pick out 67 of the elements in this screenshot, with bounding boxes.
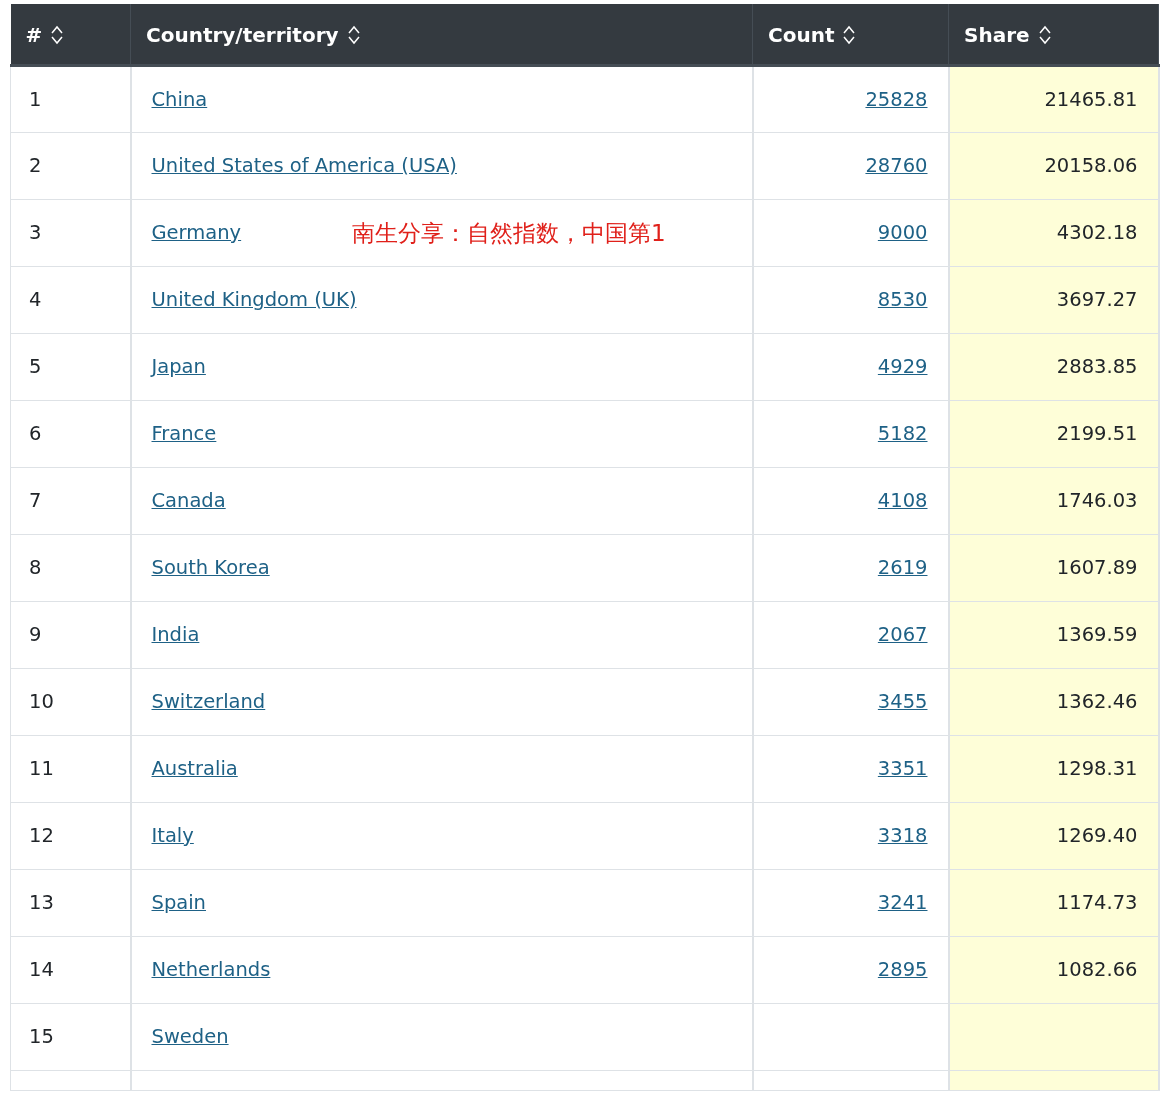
share-value: 1369.59 (1056, 623, 1138, 646)
share-value: 1607.89 (1056, 556, 1138, 579)
country-link[interactable]: France (151, 422, 217, 445)
country-link[interactable]: Sweden (151, 1025, 229, 1048)
count-link[interactable]: 9000 (877, 221, 928, 244)
table-cell: 9 (10, 601, 131, 668)
table-cell: 11 (10, 735, 131, 802)
count-link[interactable]: 4108 (877, 489, 928, 512)
table-cell: 8 (10, 534, 131, 601)
count-link[interactable]: 2067 (877, 623, 928, 646)
sort-icon (1037, 23, 1052, 46)
column-header[interactable]: Share (948, 4, 1159, 65)
country-link[interactable]: Switzerland (151, 690, 266, 713)
table-cell: 2 (10, 132, 131, 199)
table-cell: 4 (10, 266, 131, 333)
share-value: 1269.40 (1056, 824, 1138, 847)
share-value: 20158.06 (1044, 154, 1138, 177)
table-cell: 10 (10, 668, 131, 735)
share-value: 21465.81 (1044, 87, 1138, 111)
share-value: 3697.27 (1056, 288, 1138, 311)
table-cell: 14 (10, 936, 131, 1003)
count-link[interactable]: 28760 (865, 154, 928, 177)
count-link[interactable]: 3455 (877, 690, 928, 713)
column-header[interactable]: Count (752, 4, 949, 65)
share-value: 2883.85 (1056, 355, 1138, 378)
table-cell: 7 (10, 467, 131, 534)
table-cell: 12 (10, 802, 131, 869)
table-cell: 6 (10, 400, 131, 467)
annotation-text: 南生分享：自然指数，中国第1 (352, 219, 666, 248)
sort-icon (842, 23, 857, 46)
country-link[interactable]: Australia (151, 757, 238, 780)
count-link[interactable]: 4929 (877, 355, 928, 378)
country-link[interactable]: South Korea (151, 556, 270, 579)
sort-icon (346, 23, 361, 46)
table-cell: 13 (10, 869, 131, 936)
count-link[interactable]: 3351 (877, 757, 928, 780)
country-link[interactable]: China (151, 87, 208, 111)
count-link[interactable]: 3241 (877, 891, 928, 914)
share-value: 1746.03 (1056, 489, 1138, 512)
share-value: 1174.73 (1056, 891, 1138, 914)
column-header[interactable]: # (10, 4, 131, 65)
country-link[interactable]: Canada (151, 489, 226, 512)
country-link[interactable]: Netherlands (151, 958, 271, 981)
country-link[interactable]: Germany (151, 221, 242, 244)
table-cell: 15 (10, 1003, 131, 1070)
country-link[interactable]: United Kingdom (UK) (151, 288, 357, 311)
column-header[interactable]: Country/territory (130, 4, 753, 65)
count-link[interactable]: 2619 (877, 556, 928, 579)
share-value: 1362.46 (1056, 690, 1138, 713)
table-cell: 3 (10, 199, 131, 266)
count-link[interactable]: 25828 (865, 87, 928, 111)
count-link[interactable]: 5182 (877, 422, 928, 445)
country-link[interactable]: Spain (151, 891, 206, 914)
share-value: 4302.18 (1056, 221, 1138, 244)
sort-icon (50, 23, 65, 46)
country-link[interactable]: Japan (151, 355, 206, 378)
share-value: 1082.66 (1056, 958, 1138, 981)
country-link[interactable]: United States of America (USA) (151, 154, 457, 177)
country-link[interactable]: India (151, 623, 200, 646)
count-link[interactable]: 2895 (877, 958, 928, 981)
share-value: 2199.51 (1056, 422, 1138, 445)
count-link[interactable]: 8530 (877, 288, 928, 311)
share-value: 1298.31 (1056, 757, 1138, 780)
count-link[interactable]: 3318 (877, 824, 928, 847)
table-cell: 5 (10, 333, 131, 400)
table-cell: 1 (10, 65, 131, 132)
country-link[interactable]: Italy (151, 824, 194, 847)
